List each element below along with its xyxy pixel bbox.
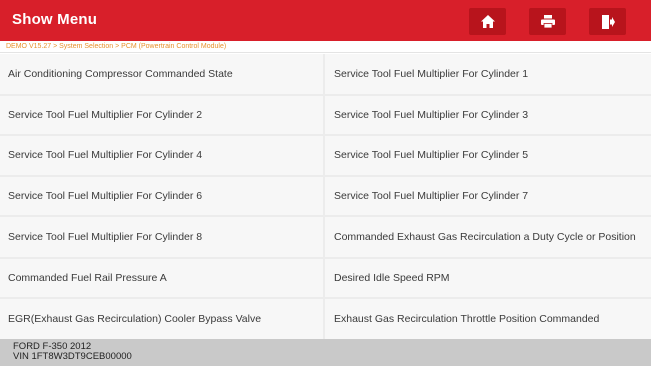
- menu-item[interactable]: Commanded Exhaust Gas Recirculation a Du…: [325, 217, 651, 257]
- vehicle-info-bar: FORD F-350 2012 VIN 1FT8W3DT9CEB00000: [0, 339, 651, 366]
- menu-item[interactable]: Service Tool Fuel Multiplier For Cylinde…: [325, 54, 651, 94]
- menu-item[interactable]: Air Conditioning Compressor Commanded St…: [0, 54, 323, 94]
- menu-item[interactable]: Desired Idle Speed RPM: [325, 259, 651, 297]
- page-title: Show Menu: [12, 11, 98, 28]
- print-button[interactable]: [529, 8, 566, 35]
- exit-icon: [601, 14, 615, 29]
- menu-item[interactable]: Service Tool Fuel Multiplier For Cylinde…: [325, 136, 651, 175]
- menu-item[interactable]: Service Tool Fuel Multiplier For Cylinde…: [0, 96, 323, 134]
- vehicle-vin: VIN 1FT8W3DT9CEB00000: [13, 351, 132, 362]
- menu-item[interactable]: Exhaust Gas Recirculation Throttle Posit…: [325, 299, 651, 339]
- printer-icon: [540, 15, 555, 28]
- title-bar: Show Menu: [0, 0, 651, 41]
- menu-item[interactable]: Service Tool Fuel Multiplier For Cylinde…: [0, 217, 323, 257]
- menu-item[interactable]: Service Tool Fuel Multiplier For Cylinde…: [0, 177, 323, 215]
- exit-button[interactable]: [589, 8, 626, 35]
- menu-item[interactable]: EGR(Exhaust Gas Recirculation) Cooler By…: [0, 299, 323, 339]
- menu-item[interactable]: Service Tool Fuel Multiplier For Cylinde…: [325, 96, 651, 134]
- home-button[interactable]: [469, 8, 506, 35]
- menu-grid: Air Conditioning Compressor Commanded St…: [0, 54, 651, 339]
- home-icon: [480, 15, 495, 28]
- menu-item[interactable]: Commanded Fuel Rail Pressure A: [0, 259, 323, 297]
- menu-item[interactable]: Service Tool Fuel Multiplier For Cylinde…: [0, 136, 323, 175]
- breadcrumb: DEMO V15.27 > System Selection > PCM (Po…: [0, 41, 651, 53]
- menu-item[interactable]: Service Tool Fuel Multiplier For Cylinde…: [325, 177, 651, 215]
